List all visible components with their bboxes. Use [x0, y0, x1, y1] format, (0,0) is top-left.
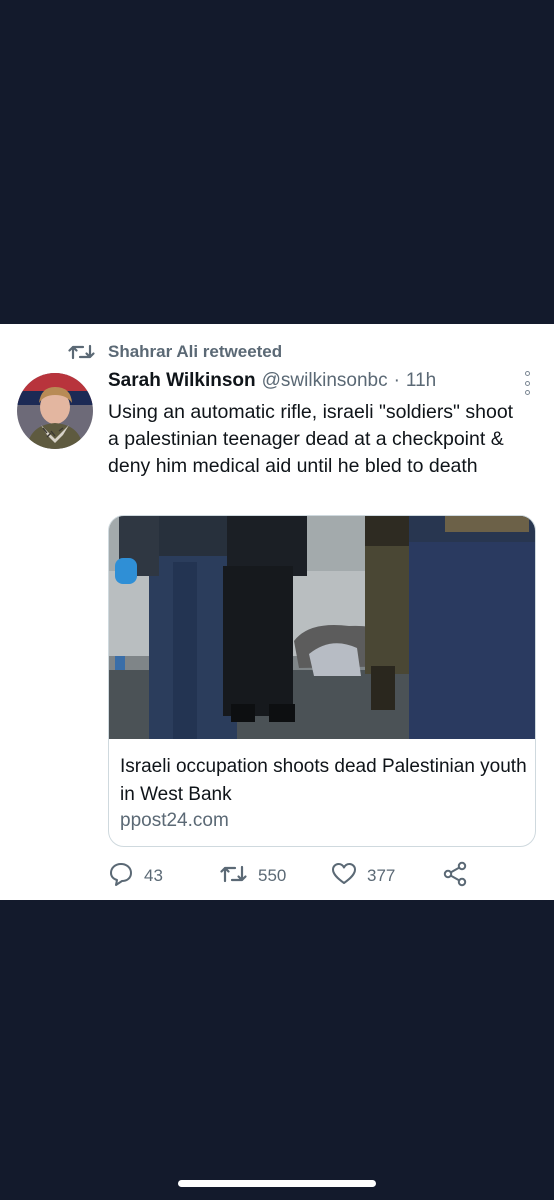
like-count: 377	[367, 866, 396, 885]
retweet-count: 550	[258, 866, 287, 885]
home-indicator[interactable]	[178, 1180, 376, 1187]
share-button[interactable]	[442, 861, 468, 891]
author-handle[interactable]: @swilkinsonbc	[262, 370, 388, 392]
author-name[interactable]: Sarah Wilkinson	[108, 370, 256, 392]
retweet-label[interactable]: Shahrar Ali retweeted	[108, 342, 282, 362]
tweet-text: Using an automatic rifle, israeli "soldi…	[108, 401, 514, 477]
link-title[interactable]: Israeli occupation shoots dead Palestini…	[120, 753, 530, 809]
link-preview-image[interactable]	[109, 516, 536, 739]
reply-count: 43	[144, 866, 163, 885]
tweet-header: Sarah Wilkinson @swilkinsonbc · 11h	[108, 370, 436, 394]
retweet-icon	[68, 343, 96, 361]
more-options-icon[interactable]	[520, 371, 534, 395]
heart-icon	[331, 862, 357, 891]
link-preview-card[interactable]: Israeli occupation shoots dead Palestini…	[108, 515, 536, 847]
link-domain: ppost24.com	[120, 810, 229, 831]
avatar[interactable]	[17, 373, 93, 449]
retweet-header: Shahrar Ali retweeted	[68, 341, 282, 363]
separator-dot: ·	[393, 370, 400, 391]
tweet-card[interactable]: Shahrar Ali retweeted Sarah Wilkinson @s…	[0, 324, 554, 900]
retweet-button[interactable]: 550	[220, 861, 286, 891]
retweet-action-icon	[220, 863, 248, 890]
reply-button[interactable]: 43	[108, 861, 163, 891]
reply-icon	[108, 861, 134, 892]
like-button[interactable]: 377	[331, 861, 395, 891]
tweet-time[interactable]: 11h	[406, 370, 436, 392]
action-bar: 43 550 377	[108, 861, 538, 891]
share-icon	[442, 861, 468, 892]
